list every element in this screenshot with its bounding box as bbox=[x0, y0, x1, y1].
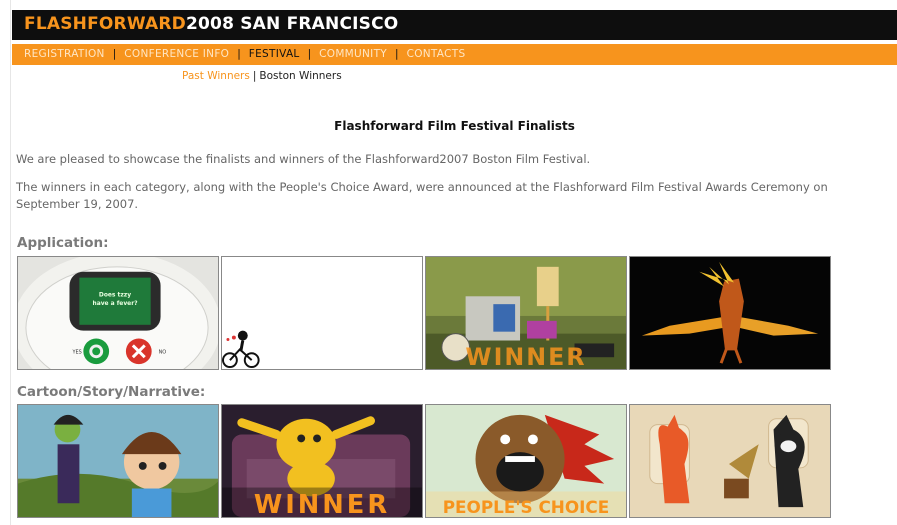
sub-nav: Past Winners | Boston Winners bbox=[182, 70, 342, 82]
subnav-boston-winners[interactable]: Boston Winners bbox=[259, 70, 341, 82]
brand-part1: FLASHFORWARD bbox=[24, 14, 186, 34]
nav-festival[interactable]: FESTIVAL bbox=[249, 48, 300, 60]
application-thumbnails: Does tzzy have a fever? YES NO WINNER bbox=[17, 256, 831, 370]
subnav-separator: | bbox=[252, 70, 257, 82]
winner-overlay: WINNER bbox=[254, 490, 390, 517]
cartoon-thumbnails: WINNER PEOPLE'S CHOICE bbox=[17, 404, 831, 518]
winner-overlay: WINNER bbox=[465, 343, 586, 369]
section-title-application: Application: bbox=[17, 235, 109, 251]
fever-device-image: Does tzzy have a fever? YES NO bbox=[18, 257, 218, 369]
thumbnail-cats-gramophone[interactable] bbox=[629, 404, 831, 518]
desk-image: WINNER bbox=[426, 257, 626, 369]
thumbnail-fever-app[interactable]: Does tzzy have a fever? YES NO bbox=[17, 256, 219, 370]
main-nav-bar: REGISTRATION | CONFERENCE INFO | FESTIVAL | CO… bbox=[12, 44, 897, 65]
thumbnail-dog-couch-winner[interactable]: WINNER bbox=[221, 404, 423, 518]
site-logo[interactable]: FLASHFORWARD2008 SAN FRANCISCO bbox=[24, 14, 398, 34]
witch-kid-image bbox=[18, 405, 218, 517]
brand-part2: 2008 SAN FRANCISCO bbox=[185, 14, 399, 34]
main-nav: REGISTRATION | CONFERENCE INFO | FESTIVAL | CO… bbox=[24, 48, 465, 60]
winners-paragraph: The winners in each category, along with… bbox=[16, 180, 828, 211]
thumbnail-desk-winner[interactable]: WINNER bbox=[425, 256, 627, 370]
no-label: NO bbox=[159, 349, 167, 355]
phoenix-image bbox=[630, 257, 830, 369]
scream-face-image: PEOPLE'S CHOICE bbox=[426, 405, 626, 517]
nav-contacts[interactable]: CONTACTS bbox=[407, 48, 466, 60]
nav-separator: | bbox=[395, 48, 399, 60]
nav-separator: | bbox=[237, 48, 241, 60]
cats-image bbox=[630, 405, 830, 517]
fever-question-line2: have a fever? bbox=[92, 301, 138, 307]
peoples-choice-overlay: PEOPLE'S CHOICE bbox=[443, 497, 610, 517]
nav-community[interactable]: COMMUNITY bbox=[319, 48, 387, 60]
bike-image bbox=[222, 257, 422, 369]
yes-label: YES bbox=[71, 349, 81, 355]
intro-paragraph: We are pleased to showcase the finalists… bbox=[16, 152, 591, 166]
thumbnail-bike-app[interactable] bbox=[221, 256, 423, 370]
thumbnail-peoples-choice[interactable]: PEOPLE'S CHOICE bbox=[425, 404, 627, 518]
site-header: FLASHFORWARD2008 SAN FRANCISCO bbox=[12, 10, 897, 40]
section-title-cartoon: Cartoon/Story/Narrative: bbox=[17, 384, 206, 400]
nav-registration[interactable]: REGISTRATION bbox=[24, 48, 105, 60]
subnav-past-winners[interactable]: Past Winners bbox=[182, 70, 250, 82]
nav-separator: | bbox=[112, 48, 117, 60]
thumbnail-witch-kid[interactable] bbox=[17, 404, 219, 518]
dog-couch-image: WINNER bbox=[222, 405, 422, 517]
fever-question-line1: Does tzzy bbox=[99, 292, 131, 298]
nav-conference-info[interactable]: CONFERENCE INFO bbox=[124, 48, 229, 60]
nav-separator: | bbox=[307, 48, 312, 60]
thumbnail-phoenix[interactable] bbox=[629, 256, 831, 370]
page-title: Flashforward Film Festival Finalists bbox=[334, 119, 575, 133]
